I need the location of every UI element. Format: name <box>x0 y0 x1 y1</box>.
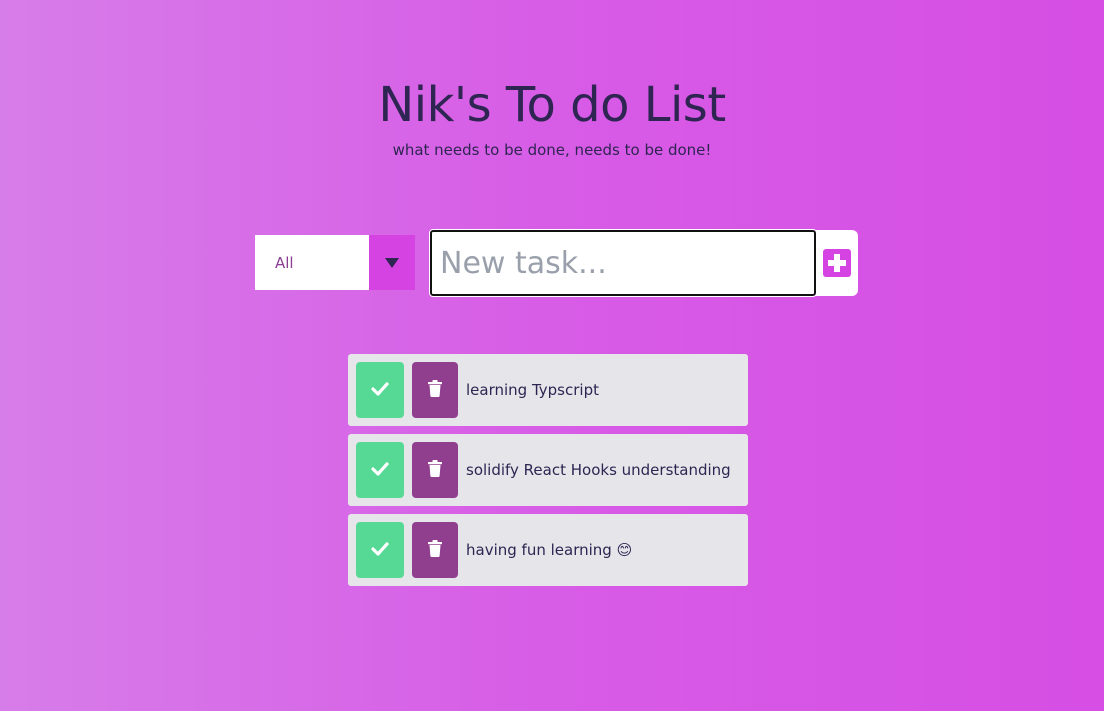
todo-list: learning Typscript solidify React Hooks … <box>348 354 748 594</box>
todo-text: solidify React Hooks understanding <box>466 461 731 479</box>
page-subtitle: what needs to be done, needs to be done! <box>392 141 712 159</box>
page-title: Nik's To do List <box>378 77 726 133</box>
trash-icon <box>428 459 442 481</box>
check-icon <box>371 541 389 560</box>
complete-button[interactable] <box>356 522 404 578</box>
plus-square-icon <box>823 249 851 277</box>
complete-button[interactable] <box>356 362 404 418</box>
delete-button[interactable] <box>412 362 458 418</box>
list-item: learning Typscript <box>348 354 748 426</box>
todo-text: learning Typscript <box>466 381 599 399</box>
filter-selected-value: All <box>275 253 294 272</box>
todo-text: having fun learning 😊 <box>466 541 633 559</box>
delete-button[interactable] <box>412 522 458 578</box>
check-icon <box>371 461 389 480</box>
new-task-input[interactable] <box>429 229 817 297</box>
caret-down-icon[interactable] <box>369 235 415 290</box>
delete-button[interactable] <box>412 442 458 498</box>
page-header: Nik's To do List what needs to be done, … <box>0 72 1104 160</box>
check-icon <box>371 381 389 400</box>
add-task-button[interactable] <box>816 230 858 296</box>
filter-select[interactable]: All <box>255 235 415 290</box>
trash-icon <box>428 539 442 561</box>
list-item: having fun learning 😊 <box>348 514 748 586</box>
todo-form: All <box>255 229 865 297</box>
trash-icon <box>428 379 442 401</box>
complete-button[interactable] <box>356 442 404 498</box>
list-item: solidify React Hooks understanding <box>348 434 748 506</box>
